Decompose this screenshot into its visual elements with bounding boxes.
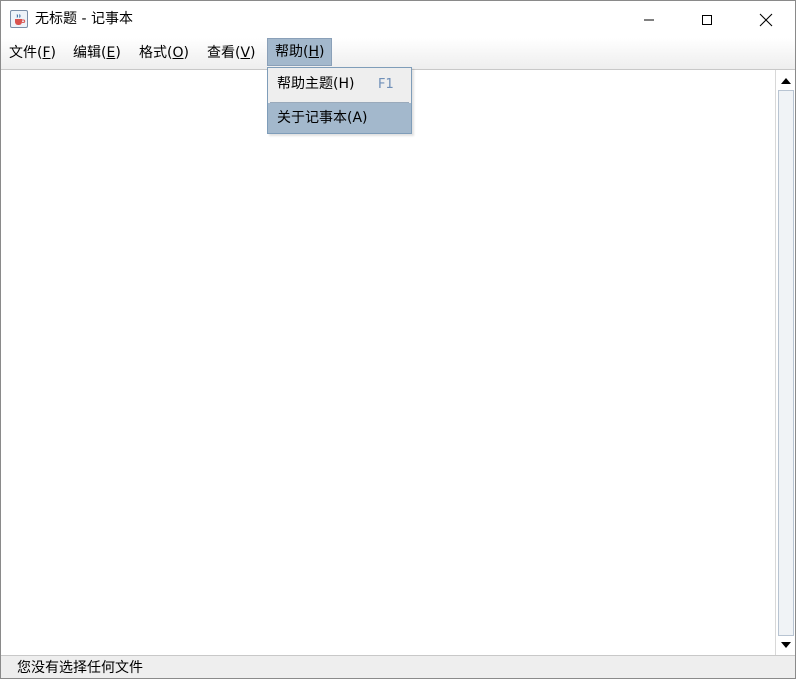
menu-view[interactable]: 查看(V) [200,39,263,67]
minimize-icon [644,19,654,20]
scroll-track[interactable] [778,90,794,636]
scroll-up-button[interactable] [778,72,794,89]
menu-item-help-topics[interactable]: 帮助主题(H) F1 [268,69,411,100]
scroll-down-button[interactable] [778,636,794,653]
help-dropdown-menu: 帮助主题(H) F1 关于记事本(A) [267,67,412,134]
menu-format[interactable]: 格式(O) [132,39,196,67]
status-bar: 您没有选择任何文件 [1,655,795,678]
menu-item-label: 关于记事本(A) [277,110,368,126]
menu-item-label: 帮助主题(H) [277,76,355,92]
close-button[interactable] [737,1,795,38]
menu-item-about-notepad[interactable]: 关于记事本(A) [268,103,411,133]
menu-item-accelerator: F1 [378,77,394,92]
close-icon [759,13,773,26]
minimize-button[interactable] [620,1,678,38]
menu-edit[interactable]: 编辑(E) [66,39,128,67]
maximize-button[interactable] [678,1,736,38]
menu-file[interactable]: 文件(F) [2,39,63,67]
maximize-icon [702,14,712,25]
vertical-scrollbar[interactable] [775,70,795,655]
arrow-down-icon [781,641,791,648]
menu-bar: 文件(F) 编辑(E) 格式(O) 查看(V) 帮助(H) [1,38,795,70]
text-editor[interactable] [1,70,775,655]
status-text: 您没有选择任何文件 [17,660,143,676]
window-title: 无标题 - 记事本 [35,11,133,27]
title-bar[interactable]: 无标题 - 记事本 [1,1,795,38]
menu-help[interactable]: 帮助(H) [267,38,333,66]
notepad-window: 无标题 - 记事本 文件(F) 编辑(E) 格式(O) 查看(V) 帮助(H) [0,0,796,679]
arrow-up-icon [781,77,791,84]
java-cup-icon[interactable] [10,10,28,28]
